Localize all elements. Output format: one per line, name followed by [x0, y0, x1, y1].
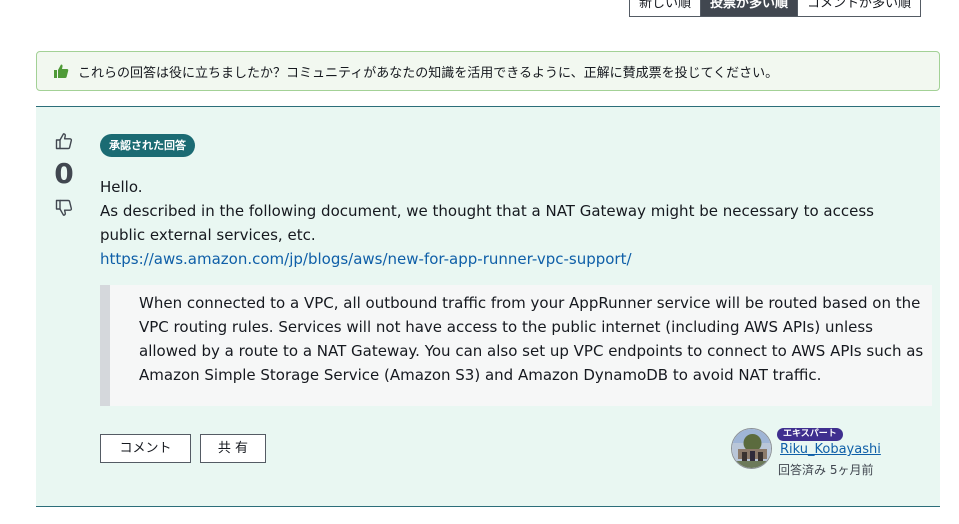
upvote-icon[interactable]: [55, 132, 73, 150]
answer-body: Hello. As described in the following doc…: [100, 175, 920, 271]
comment-button[interactable]: コメント: [100, 434, 191, 463]
sort-tab-most-comments[interactable]: コメントが多い順: [798, 0, 921, 16]
expert-badge: エキスパート: [777, 428, 843, 441]
answer-line-description: As described in the following document, …: [100, 202, 874, 244]
reference-link[interactable]: https://aws.amazon.com/jp/blogs/aws/new-…: [100, 250, 632, 268]
banner-text: これらの回答は役に立ちましたか？コミュニティがあなたの知識を活用できるように、正…: [78, 65, 779, 81]
accepted-answer-card: 0 承認された回答 Hello. As described in the fol…: [36, 106, 940, 507]
answered-timestamp: 回答済み 5ヶ月前: [778, 463, 874, 477]
sort-tab-newest[interactable]: 新しい順: [630, 0, 702, 16]
vote-info-banner: これらの回答は役に立ちましたか？コミュニティがあなたの知識を活用できるように、正…: [36, 51, 940, 91]
sort-tabs: 新しい順 投票が多い順 コメントが多い順: [629, 0, 922, 17]
share-button[interactable]: 共 有: [200, 434, 266, 463]
author-avatar[interactable]: [731, 428, 772, 469]
accepted-answer-badge: 承認された回答: [100, 134, 195, 157]
sort-tab-most-votes[interactable]: 投票が多い順: [701, 0, 799, 16]
author-name-link[interactable]: Riku_Kobayashi: [780, 442, 881, 457]
answer-line-greeting: Hello.: [100, 178, 143, 196]
downvote-icon[interactable]: [55, 199, 73, 217]
vote-count: 0: [54, 157, 74, 190]
thumbs-up-icon: [53, 63, 69, 79]
blockquote: When connected to a VPC, all outbound tr…: [100, 285, 932, 406]
